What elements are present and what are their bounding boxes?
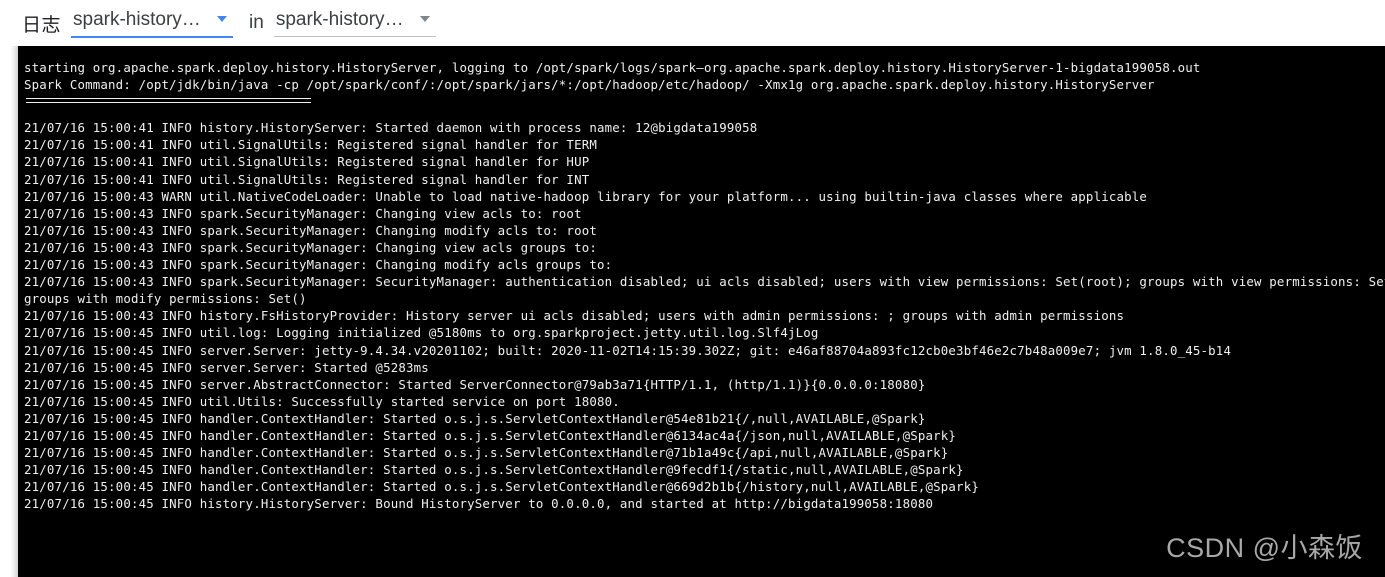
secondary-log-source-select-wrap: spark-historyse… — [273, 9, 436, 37]
primary-log-source-value: spark-historyse… — [73, 8, 205, 30]
log-line: 21/07/16 15:00:45 INFO util.Utils: Succe… — [24, 393, 620, 409]
log-line: 21/07/16 15:00:43 INFO history.FsHistory… — [24, 308, 1125, 324]
secondary-log-source-value: spark-historyse… — [275, 9, 408, 30]
chevron-down-icon[interactable] — [419, 16, 430, 22]
log-line: 21/07/16 15:00:41 INFO util.SignalUtils:… — [24, 154, 590, 170]
log-line: 21/07/16 15:00:41 INFO util.SignalUtils:… — [24, 137, 597, 153]
log-line: 21/07/16 15:00:43 INFO spark.SecurityMan… — [24, 222, 597, 238]
log-line: 21/07/16 15:00:45 INFO history.HistorySe… — [24, 496, 934, 512]
log-line: 21/07/16 15:00:45 INFO server.AbstractCo… — [24, 376, 926, 392]
log-line: 21/07/16 15:00:43 INFO spark.SecurityMan… — [24, 257, 613, 273]
log-line: 21/07/16 15:00:45 INFO handler.ContextHa… — [24, 445, 949, 461]
log-line-list: starting org.apache.spark.deploy.history… — [24, 59, 1385, 512]
log-separator-rule — [24, 93, 1385, 110]
csdn-watermark: CSDN @小森饭 — [1166, 533, 1363, 563]
left-margin-shadow — [10, 46, 18, 577]
log-line: 21/07/16 15:00:45 INFO handler.ContextHa… — [24, 479, 979, 495]
chevron-down-icon[interactable] — [217, 15, 228, 22]
log-console[interactable]: starting org.apache.spark.deploy.history… — [18, 46, 1385, 577]
log-line: 21/07/16 15:00:45 INFO handler.ContextHa… — [24, 410, 926, 426]
log-line: 21/07/16 15:00:45 INFO handler.ContextHa… — [24, 462, 964, 478]
log-line: 21/07/16 15:00:41 INFO util.SignalUtils:… — [24, 171, 590, 187]
page-title: 日志 — [22, 14, 62, 36]
primary-log-source-select[interactable]: spark-historyse… — [71, 8, 234, 38]
secondary-log-source-select[interactable]: spark-historyse… — [273, 9, 436, 37]
log-line: starting org.apache.spark.deploy.history… — [24, 60, 1201, 75]
log-line: 21/07/16 15:00:41 INFO history.HistorySe… — [24, 120, 758, 136]
log-line: 21/07/16 15:00:45 INFO handler.ContextHa… — [24, 427, 957, 443]
log-line: 21/07/16 15:00:45 INFO util.log: Logging… — [24, 325, 819, 341]
log-line: 21/07/16 15:00:43 WARN util.NativeCodeLo… — [24, 188, 1148, 204]
primary-log-source-select-wrap: spark-historyse… — [71, 8, 234, 38]
log-line: 21/07/16 15:00:43 INFO spark.SecurityMan… — [24, 274, 1385, 290]
log-spacer — [24, 110, 1385, 119]
log-line: 21/07/16 15:00:45 INFO server.Server: je… — [24, 342, 1232, 358]
log-line: 21/07/16 15:00:43 INFO spark.SecurityMan… — [24, 239, 597, 255]
filter-connector-word: in — [249, 12, 264, 33]
log-line: 21/07/16 15:00:43 INFO spark.SecurityMan… — [24, 205, 582, 221]
log-line: Spark Command: /opt/jdk/bin/java -cp /op… — [24, 77, 1155, 93]
log-line: 21/07/16 15:00:45 INFO server.Server: St… — [24, 359, 429, 375]
log-line: groups with modify permissions: Set() — [24, 291, 307, 307]
log-filter-header: 日志 spark-historyse… in spark-historyse… — [0, 0, 1385, 46]
